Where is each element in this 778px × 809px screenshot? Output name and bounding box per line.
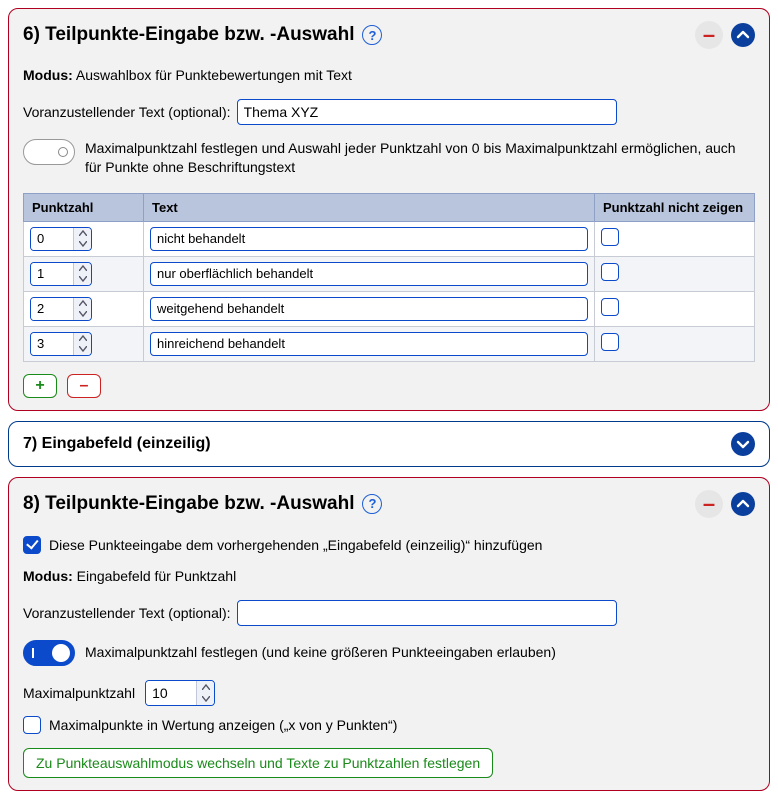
mode-label: Modus: bbox=[23, 568, 73, 584]
max-value-row: Maximalpunktzahl bbox=[23, 680, 755, 706]
hide-checkbox[interactable] bbox=[601, 333, 619, 351]
table-row bbox=[24, 291, 755, 326]
points-input[interactable] bbox=[31, 263, 73, 285]
stepper-up-icon[interactable] bbox=[74, 263, 91, 274]
prefix-label: Voranzustellender Text (optional): bbox=[23, 605, 231, 621]
max-toggle-text: Maximalpunktzahl festlegen (und keine gr… bbox=[85, 643, 556, 662]
prefix-row: Voranzustellender Text (optional): bbox=[23, 600, 755, 626]
table-row bbox=[24, 326, 755, 361]
mode-row: Modus: Eingabefeld für Punktzahl bbox=[23, 568, 755, 584]
text-input[interactable] bbox=[150, 227, 588, 251]
collapse-icon[interactable] bbox=[731, 492, 755, 516]
expand-icon[interactable] bbox=[731, 432, 755, 456]
mode-value: Auswahlbox für Punktebewertungen mit Tex… bbox=[76, 67, 352, 83]
help-icon[interactable]: ? bbox=[362, 25, 382, 45]
stepper-down-icon[interactable] bbox=[74, 344, 91, 355]
panel-6-title: 6) Teilpunkte-Eingabe bzw. -Auswahl bbox=[23, 24, 354, 46]
panel-7[interactable]: 7) Eingabefeld (einzeilig) bbox=[8, 421, 770, 467]
max-toggle-row: Maximalpunktzahl festlegen und Auswahl j… bbox=[23, 139, 755, 177]
text-input[interactable] bbox=[150, 262, 588, 286]
points-input[interactable] bbox=[31, 228, 73, 250]
panel-8-title: 8) Teilpunkte-Eingabe bzw. -Auswahl bbox=[23, 493, 354, 515]
max-toggle-row: Maximalpunktzahl festlegen (und keine gr… bbox=[23, 640, 755, 666]
add-row-button[interactable]: + bbox=[23, 374, 57, 398]
table-row bbox=[24, 221, 755, 256]
points-spinner[interactable] bbox=[30, 332, 92, 356]
stepper-up-icon[interactable] bbox=[74, 298, 91, 309]
stepper-up-icon[interactable] bbox=[74, 228, 91, 239]
hide-checkbox[interactable] bbox=[601, 228, 619, 246]
mode-label: Modus: bbox=[23, 67, 73, 83]
showmax-row: Maximalpunkte in Wertung anzeigen („x vo… bbox=[23, 716, 755, 734]
panel-7-title: 7) Eingabefeld (einzeilig) bbox=[23, 435, 211, 453]
attach-text: Diese Punkteeingabe dem vorhergehenden „… bbox=[49, 537, 542, 553]
remove-panel-button[interactable]: – bbox=[695, 21, 723, 49]
points-input[interactable] bbox=[31, 298, 73, 320]
text-input[interactable] bbox=[150, 297, 588, 321]
prefix-input[interactable] bbox=[237, 600, 617, 626]
remove-row-button[interactable]: – bbox=[67, 374, 101, 398]
stepper-up-icon[interactable] bbox=[197, 681, 214, 693]
help-icon[interactable]: ? bbox=[362, 494, 382, 514]
max-input[interactable] bbox=[146, 681, 196, 705]
row-buttons: + – bbox=[23, 374, 755, 398]
panel-6-header: 6) Teilpunkte-Eingabe bzw. -Auswahl ? – bbox=[23, 21, 755, 49]
points-spinner[interactable] bbox=[30, 297, 92, 321]
attach-checkbox[interactable] bbox=[23, 536, 41, 554]
panel-8-header: 8) Teilpunkte-Eingabe bzw. -Auswahl ? – bbox=[23, 490, 755, 518]
hide-checkbox[interactable] bbox=[601, 263, 619, 281]
panel-6: 6) Teilpunkte-Eingabe bzw. -Auswahl ? – … bbox=[8, 8, 770, 411]
text-input[interactable] bbox=[150, 332, 588, 356]
collapse-icon[interactable] bbox=[731, 23, 755, 47]
table-row bbox=[24, 256, 755, 291]
max-toggle[interactable] bbox=[23, 139, 75, 165]
points-spinner[interactable] bbox=[30, 227, 92, 251]
showmax-text: Maximalpunkte in Wertung anzeigen („x vo… bbox=[49, 717, 397, 733]
max-toggle[interactable] bbox=[23, 640, 75, 666]
stepper-down-icon[interactable] bbox=[74, 309, 91, 320]
points-input[interactable] bbox=[31, 333, 73, 355]
hide-checkbox[interactable] bbox=[601, 298, 619, 316]
stepper-down-icon[interactable] bbox=[197, 693, 214, 705]
prefix-label: Voranzustellender Text (optional): bbox=[23, 104, 231, 120]
showmax-checkbox[interactable] bbox=[23, 716, 41, 734]
stepper-down-icon[interactable] bbox=[74, 239, 91, 250]
panel-8: 8) Teilpunkte-Eingabe bzw. -Auswahl ? – … bbox=[8, 477, 770, 791]
stepper-up-icon[interactable] bbox=[74, 333, 91, 344]
max-label: Maximalpunktzahl bbox=[23, 685, 135, 701]
remove-panel-button[interactable]: – bbox=[695, 490, 723, 518]
col-hide: Punktzahl nicht zeigen bbox=[595, 193, 755, 221]
points-spinner[interactable] bbox=[30, 262, 92, 286]
mode-row: Modus: Auswahlbox für Punktebewertungen … bbox=[23, 67, 755, 83]
points-table: Punktzahl Text Punktzahl nicht zeigen bbox=[23, 193, 755, 362]
max-spinner[interactable] bbox=[145, 680, 215, 706]
stepper-down-icon[interactable] bbox=[74, 274, 91, 285]
prefix-input[interactable] bbox=[237, 99, 617, 125]
max-toggle-text: Maximalpunktzahl festlegen und Auswahl j… bbox=[85, 139, 755, 177]
col-text: Text bbox=[144, 193, 595, 221]
col-points: Punktzahl bbox=[24, 193, 144, 221]
attach-row: Diese Punkteeingabe dem vorhergehenden „… bbox=[23, 536, 755, 554]
prefix-row: Voranzustellender Text (optional): bbox=[23, 99, 755, 125]
mode-value: Eingabefeld für Punktzahl bbox=[77, 568, 237, 584]
panel-7-header: 7) Eingabefeld (einzeilig) bbox=[23, 432, 755, 456]
switch-mode-button[interactable]: Zu Punkteauswahlmodus wechseln und Texte… bbox=[23, 748, 493, 778]
